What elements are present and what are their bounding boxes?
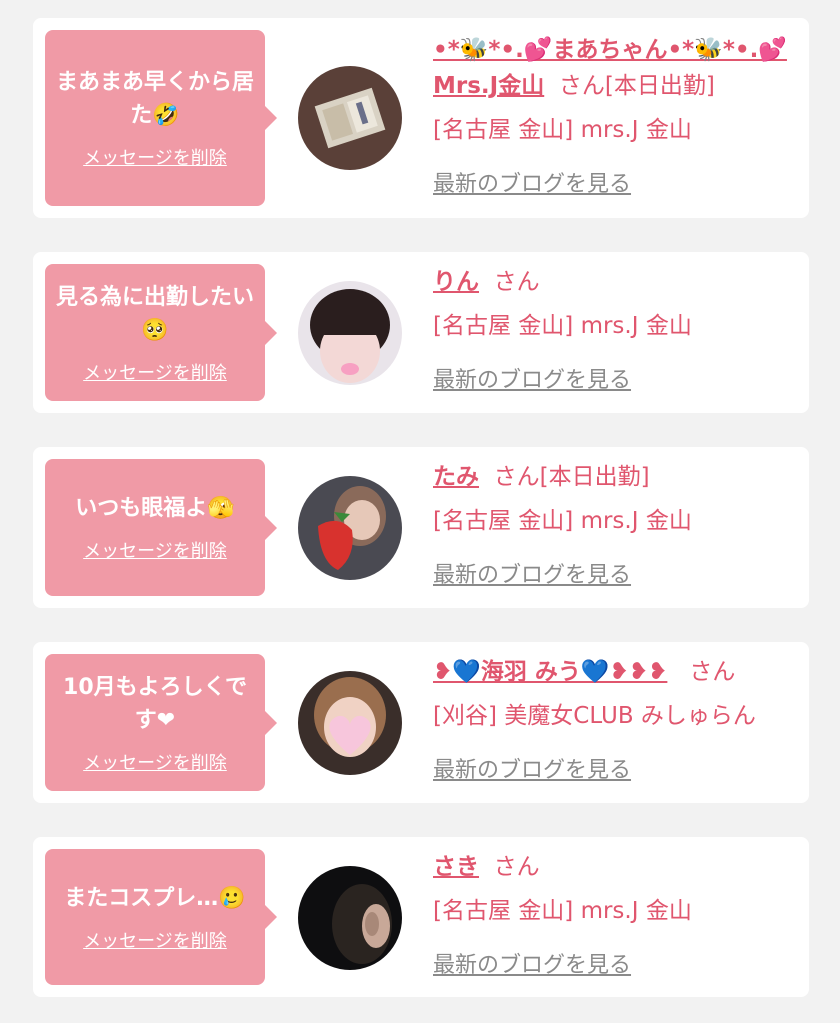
message-bubble: まあまあ早くから居た🤣 メッセージを削除 [45,30,277,206]
avatar[interactable] [298,671,402,775]
girl-name-row: たみ さん[本日出勤] [433,459,799,495]
delete-message-link[interactable]: メッセージを削除 [83,359,227,385]
message-card: 見る為に出勤したい🥺 メッセージを削除 りん さん [名古屋 金山] mrs.J… [33,252,809,413]
girl-info: りん さん [名古屋 金山] mrs.J 金山 最新のブログを見る [433,264,799,394]
san-label: さん [493,269,540,295]
latest-blog-link[interactable]: 最新のブログを見る [433,557,631,589]
message-card: またコスプレ…🥲 メッセージを削除 さき さん [名古屋 金山] mrs.J 金… [33,837,809,997]
latest-blog-link[interactable]: 最新のブログを見る [433,166,631,198]
girl-name-row: りん さん [433,264,799,300]
shop-name: [名古屋 金山] mrs.J 金山 [433,117,692,143]
avatar[interactable] [298,281,402,385]
avatar[interactable] [298,866,402,970]
delete-message-link[interactable]: メッセージを削除 [83,749,227,775]
message-text: 10月もよろしくです❤ [63,674,247,733]
message-bubble: 10月もよろしくです❤ メッセージを削除 [45,654,277,791]
message-bubble: またコスプレ…🥲 メッセージを削除 [45,849,277,985]
san-label: さん[本日出勤] [558,73,715,99]
girl-info: •*🐝*•.💕まあちゃん•*🐝*•.💕Mrs.J金山 さん[本日出勤] [名古屋… [433,32,799,198]
delete-message-link[interactable]: メッセージを削除 [83,927,227,953]
girl-name-row: •*🐝*•.💕まあちゃん•*🐝*•.💕Mrs.J金山 さん[本日出勤] [433,32,799,104]
avatar[interactable] [298,66,402,170]
girl-name-link[interactable]: さき [433,854,479,880]
message-card: いつも眼福よ🫣 メッセージを削除 たみ さん[本日出勤] [名古屋 金山] mr… [33,447,809,608]
girl-name-row: さき さん [433,849,799,885]
latest-blog-link[interactable]: 最新のブログを見る [433,947,631,979]
girl-name-link[interactable]: たみ [433,464,479,490]
san-label: さん [689,659,736,685]
message-text: 見る為に出勤したい🥺 [55,284,254,343]
message-card: 10月もよろしくです❤ メッセージを削除 ❥💙海羽 みう💙❥❥❥ さん [刈谷]… [33,642,809,803]
girl-name-row: ❥💙海羽 みう💙❥❥❥ さん [433,654,799,690]
shop-name: [名古屋 金山] mrs.J 金山 [433,898,692,924]
girl-info: ❥💙海羽 みう💙❥❥❥ さん [刈谷] 美魔女CLUB みしゅらん 最新のブログ… [433,654,799,784]
message-text: いつも眼福よ🫣 [75,496,235,521]
message-card: まあまあ早くから居た🤣 メッセージを削除 •*🐝*•.💕まあちゃん•*🐝*•.💕… [33,18,809,218]
avatar[interactable] [298,476,402,580]
shop-name: [刈谷] 美魔女CLUB みしゅらん [433,703,756,729]
message-text: またコスプレ…🥲 [64,885,246,911]
san-label: さん [493,854,540,880]
girl-info: たみ さん[本日出勤] [名古屋 金山] mrs.J 金山 最新のブログを見る [433,459,799,589]
delete-message-link[interactable]: メッセージを削除 [83,537,227,563]
shop-name: [名古屋 金山] mrs.J 金山 [433,313,692,339]
latest-blog-link[interactable]: 最新のブログを見る [433,752,631,784]
message-text: まあまあ早くから居た🤣 [55,70,254,128]
san-label: さん[本日出勤] [493,464,650,490]
girl-name-link[interactable]: ❥💙海羽 みう💙❥❥❥ [433,659,667,685]
message-bubble: いつも眼福よ🫣 メッセージを削除 [45,459,277,596]
latest-blog-link[interactable]: 最新のブログを見る [433,362,631,394]
girl-name-link[interactable]: りん [433,269,479,295]
shop-name: [名古屋 金山] mrs.J 金山 [433,508,692,534]
message-bubble: 見る為に出勤したい🥺 メッセージを削除 [45,264,277,401]
girl-info: さき さん [名古屋 金山] mrs.J 金山 最新のブログを見る [433,849,799,979]
delete-message-link[interactable]: メッセージを削除 [83,144,227,170]
